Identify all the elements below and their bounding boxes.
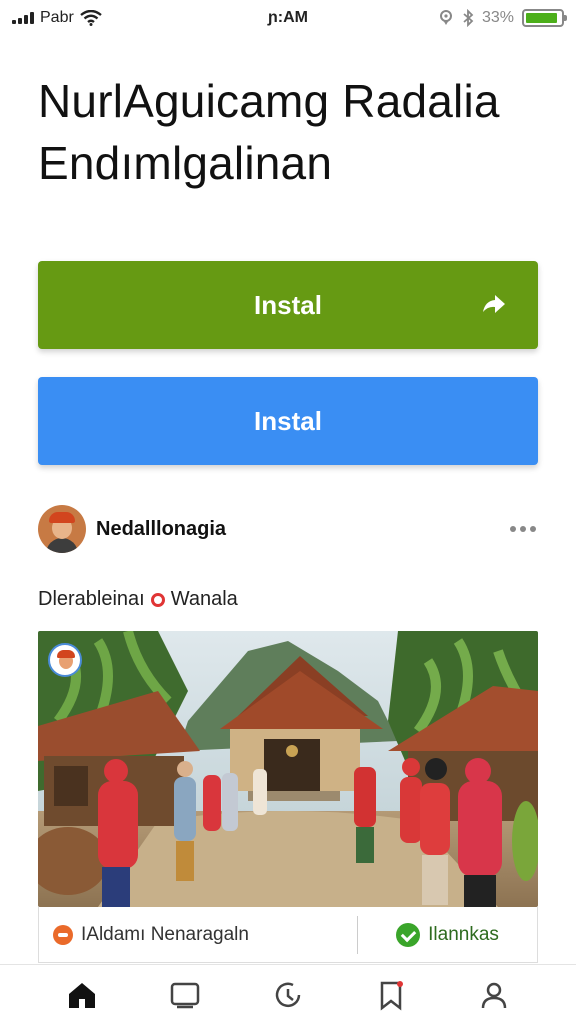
- caption-text-after: Wanala: [170, 588, 238, 610]
- location-pin-icon: [150, 592, 165, 607]
- signal-icon: [12, 12, 34, 24]
- install-button-primary[interactable]: Instal: [38, 261, 538, 349]
- comment-action[interactable]: IAldamı Nenaragaln: [39, 915, 359, 954]
- battery-fill: [526, 13, 557, 23]
- post-author[interactable]: Nedalllonagia: [96, 518, 226, 541]
- location-icon: [439, 10, 452, 25]
- tab-profile[interactable]: [474, 975, 514, 1015]
- photo-profile-badge: [48, 643, 82, 677]
- tab-activity[interactable]: [268, 975, 308, 1015]
- install-button-secondary-label: Instal: [254, 405, 322, 436]
- village-scene-image: [38, 631, 538, 907]
- wifi-icon: [80, 10, 102, 26]
- page-title: NurlAguicamg Radalia Endımlgalinan: [38, 70, 548, 194]
- post-header: Nedalllonagia: [38, 504, 538, 554]
- avatar[interactable]: [38, 505, 86, 553]
- status-time: ɲ:AM: [268, 9, 308, 26]
- home-icon: [68, 982, 95, 1008]
- install-button-secondary[interactable]: Instal: [38, 377, 538, 465]
- more-options-icon[interactable]: [510, 526, 536, 532]
- install-button-primary-label: Instal: [254, 289, 322, 320]
- whatsapp-share-action[interactable]: Ilannkas: [358, 907, 537, 962]
- comment-action-label: IAldamı Nenaragaln: [81, 923, 249, 945]
- post-caption: Dlerablеinaı Wanala: [38, 588, 238, 611]
- carrier-label: Pabr: [40, 9, 74, 26]
- status-bar: Pabr ɲ:AM 33%: [0, 0, 576, 36]
- clock-icon: [275, 982, 301, 1007]
- status-left: Pabr: [12, 9, 212, 27]
- bluetooth-icon: [463, 9, 474, 27]
- tab-feed[interactable]: [165, 975, 205, 1015]
- post-action-bar: IAldamı Nenaragaln Ilannkas: [38, 907, 538, 963]
- share-action-label: Ilannkas: [428, 923, 499, 945]
- post-photo[interactable]: [38, 631, 538, 907]
- square-icon: [170, 982, 200, 1008]
- whatsapp-icon: [396, 922, 421, 947]
- battery-icon: [522, 9, 567, 27]
- profile-icon: [482, 982, 507, 1008]
- comment-icon: [53, 924, 73, 945]
- tab-home[interactable]: [62, 975, 102, 1015]
- battery-percentage: 33%: [481, 9, 514, 26]
- share-arrow-icon: [483, 295, 505, 313]
- status-right: 33%: [364, 9, 567, 27]
- bottom-tab-bar: [0, 964, 576, 1024]
- title-line-1: NurlAguicamg Radalia: [38, 75, 500, 127]
- caption-text-before: Dlerablеinaı: [38, 588, 145, 610]
- bookmark-icon: [380, 980, 404, 1011]
- title-line-2: Endımlgalinan: [38, 137, 333, 189]
- tab-saved[interactable]: [371, 975, 411, 1015]
